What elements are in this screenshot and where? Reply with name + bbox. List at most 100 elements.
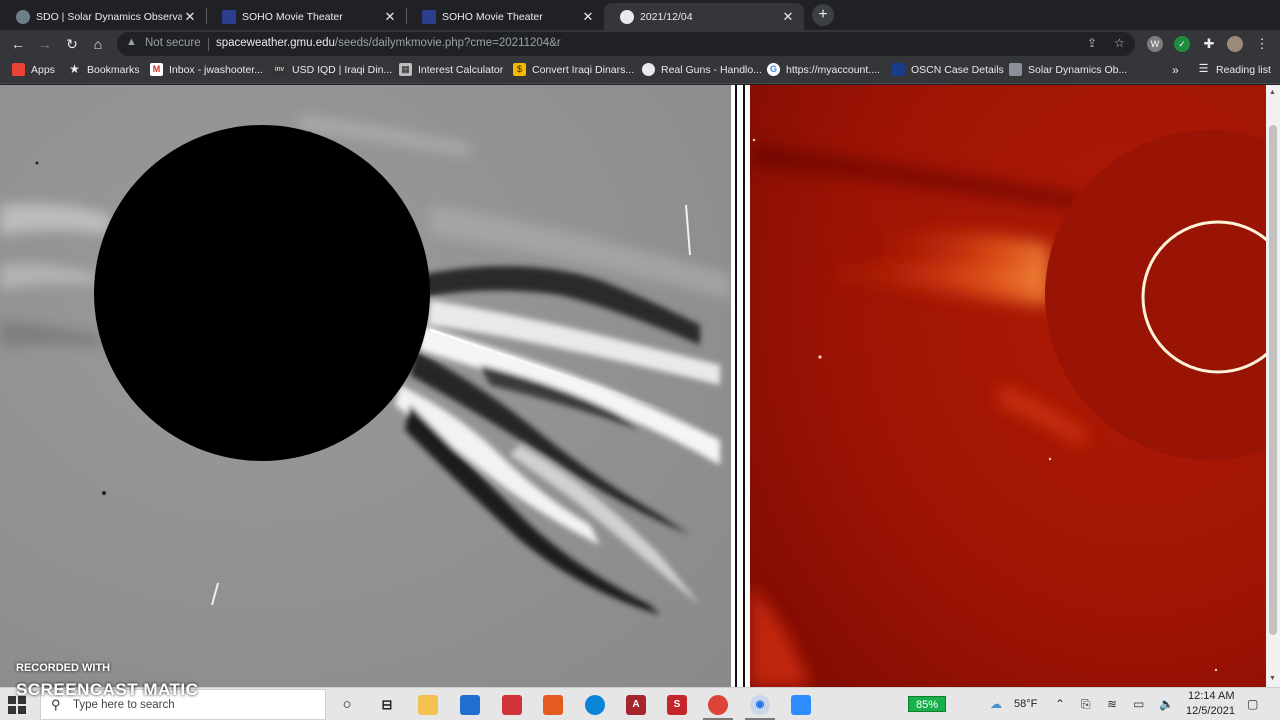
not-secure-label[interactable]: Not secure (145, 37, 201, 49)
clock-date[interactable]: 12/5/2021 (1186, 705, 1235, 717)
home-button[interactable]: ⌂ (88, 34, 108, 54)
screencast-app-icon[interactable]: ◉ (750, 695, 770, 715)
tab-title: SDO | Solar Dynamics Observatory (36, 10, 182, 23)
weather-temperature[interactable]: 58°F (1014, 698, 1037, 710)
bookmark-usd-iqd[interactable]: inv USD IQD | Iraqi Din... (273, 63, 392, 76)
access-app-icon[interactable]: A (626, 695, 646, 715)
volume-icon[interactable]: 🔈 (1159, 697, 1174, 711)
task-view-icon[interactable]: ⊟ (377, 695, 397, 715)
star-icon: ★ (69, 62, 80, 76)
scroll-thumb[interactable] (1269, 125, 1277, 635)
screencast-watermark: RECORDED WITH SCREENCAST MATIC (16, 662, 198, 699)
profile-avatar[interactable] (1227, 36, 1243, 52)
close-icon[interactable]: ✕ (580, 9, 596, 25)
bookmark-label: Solar Dynamics Ob... (1028, 63, 1128, 76)
bookmark-label: Bookmarks (87, 63, 140, 76)
mail-app-icon[interactable] (502, 695, 522, 715)
c3-image-svg (0, 85, 731, 687)
c2-image-svg (750, 85, 1266, 687)
scroll-down-icon[interactable]: ▼ (1269, 675, 1276, 682)
tab-soho-1[interactable]: SOHO Movie Theater ✕ (206, 3, 406, 30)
edge-browser-icon[interactable] (585, 695, 605, 715)
wifi-icon[interactable]: ≋ (1107, 697, 1117, 711)
weather-cloud-icon[interactable]: ☁ (990, 697, 1002, 711)
soho-favicon-icon (422, 9, 436, 24)
forward-button[interactable]: → (35, 34, 55, 54)
url-text[interactable]: spaceweather.gmu.edu/seeds/dailymkmovie.… (216, 37, 561, 49)
notifications-icon[interactable]: ▢ (1247, 697, 1258, 711)
close-icon[interactable]: ✕ (780, 9, 796, 25)
apps-grid-icon (12, 63, 25, 76)
extension-check-icon[interactable]: ✓ (1174, 36, 1190, 52)
new-tab-button[interactable]: + (812, 4, 834, 26)
tab-title: 2021/12/04 (640, 10, 693, 23)
bookmark-label: OSCN Case Details (911, 63, 1004, 76)
tab-strip: SDO | Solar Dynamics Observatory ✕ SOHO … (0, 0, 1280, 30)
bookmark-interest-calculator[interactable]: ▦ Interest Calculator (399, 63, 503, 76)
bookmark-real-guns[interactable]: Real Guns - Handlo... (642, 63, 762, 76)
close-icon[interactable]: ✕ (182, 9, 198, 25)
bookmark-label: Convert Iraqi Dinars... (532, 63, 635, 76)
url-host: spaceweather.gmu.edu (216, 37, 335, 49)
search-placeholder: Type here to search (73, 699, 175, 711)
reading-list-label: Reading list (1216, 63, 1271, 76)
page-content: ▲ ▼ (0, 85, 1280, 687)
address-bar[interactable]: ▲ Not secure spaceweather.gmu.edu/seeds/… (117, 32, 1135, 56)
battery-indicator[interactable]: 85% (908, 696, 946, 712)
gmail-icon: M (150, 63, 163, 76)
bookmark-apps[interactable]: Apps (12, 63, 55, 76)
office-app-icon[interactable] (543, 695, 563, 715)
address-divider (208, 38, 209, 51)
bookmark-solar-dynamics[interactable]: Solar Dynamics Ob... (1009, 63, 1127, 76)
lasco-c2-image (750, 85, 1266, 687)
share-icon[interactable]: ⇪ (1087, 36, 1097, 50)
scroll-up-icon[interactable]: ▲ (1269, 89, 1276, 96)
warning-icon[interactable]: ▲ (126, 36, 137, 48)
bookmark-label: Inbox - jwashooter... (169, 63, 263, 76)
chevron-up-icon[interactable]: ⌃ (1055, 697, 1065, 711)
bookmark-gmail[interactable]: M Inbox - jwashooter... (150, 63, 263, 76)
lasco-c3-difference-image (0, 85, 731, 687)
tab-sdo[interactable]: SDO | Solar Dynamics Observatory ✕ (0, 3, 206, 30)
url-path: /seeds/dailymkmovie.php?cme=20211204&r (334, 37, 561, 49)
page-scrollbar[interactable]: ▲ ▼ (1266, 85, 1280, 687)
reading-list-button[interactable]: ☰ Reading list (1197, 63, 1271, 76)
bookmark-bookmarks[interactable]: ★ Bookmarks (68, 62, 140, 76)
bookmark-oscn[interactable]: OSCN Case Details (892, 63, 1004, 76)
extension-w-icon[interactable]: W (1147, 36, 1163, 52)
network-icon[interactable]: ▭ (1133, 697, 1144, 711)
inv-icon: inv (273, 63, 286, 76)
tab-title: SOHO Movie Theater (442, 10, 543, 23)
tab-active-2021-12-04[interactable]: 2021/12/04 ✕ (604, 3, 804, 30)
bookmark-label: Real Guns - Handlo... (661, 63, 762, 76)
bookmarks-overflow-button[interactable]: » (1172, 63, 1179, 77)
reload-button[interactable]: ↻ (62, 34, 82, 54)
divider-line (735, 85, 737, 687)
menu-kebab-icon[interactable]: ⋮ (1254, 36, 1270, 52)
tab-soho-2[interactable]: SOHO Movie Theater ✕ (406, 3, 604, 30)
chrome-taskbar-icon[interactable] (708, 695, 728, 715)
watermark-recorded-with: RECORDED WITH (16, 662, 111, 674)
back-button[interactable]: ← (8, 34, 28, 54)
file-explorer-icon[interactable] (418, 695, 438, 715)
bookmark-myaccount[interactable]: G https://myaccount.... (767, 63, 880, 76)
extensions-puzzle-icon[interactable]: ✚ (1201, 36, 1217, 52)
device-icon[interactable]: ⎘ (1081, 697, 1091, 712)
globe-icon (642, 63, 655, 76)
exchange-icon: $ (513, 63, 526, 76)
google-icon: G (767, 63, 780, 76)
calculator-icon: ▦ (399, 63, 412, 76)
scrivener-app-icon[interactable]: S (667, 695, 687, 715)
bookmark-label: Interest Calculator (418, 63, 504, 76)
microsoft-store-icon[interactable] (460, 695, 480, 715)
bookmark-label: https://myaccount.... (786, 63, 880, 76)
windows-logo-icon (8, 706, 16, 714)
bookmark-convert-iraqi[interactable]: $ Convert Iraqi Dinars... (513, 63, 634, 76)
close-icon[interactable]: ✕ (382, 9, 398, 25)
sdo-favicon-icon (16, 9, 30, 24)
bookmark-star-icon[interactable]: ☆ (1114, 36, 1125, 50)
clock-time[interactable]: 12:14 AM (1188, 690, 1234, 702)
cortana-icon[interactable]: ○ (337, 695, 357, 715)
soho-favicon-icon (222, 9, 236, 24)
zoom-app-icon[interactable] (791, 695, 811, 715)
